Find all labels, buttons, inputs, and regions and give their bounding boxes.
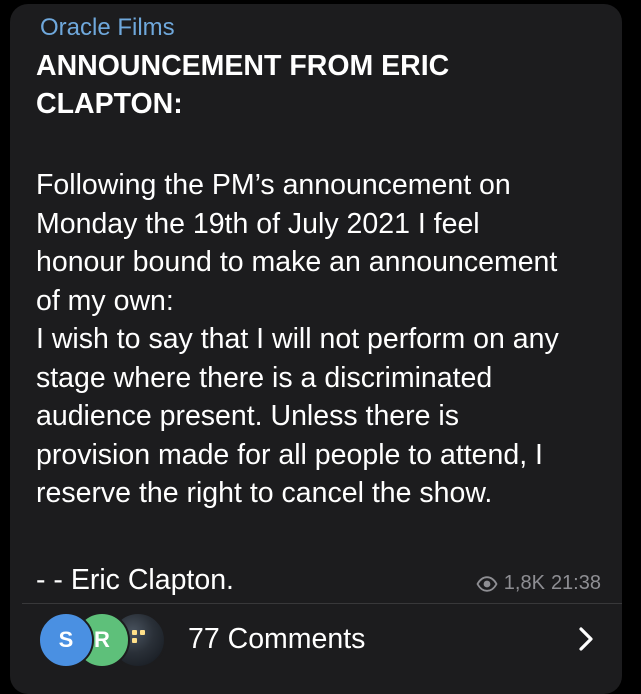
avatar: S (38, 612, 94, 668)
post-signature: - - Eric Clapton. (36, 564, 234, 596)
post-title-line: ANNOUNCEMENT FROM ERIC (36, 50, 450, 82)
post-body-line: audience present. Unless there is (36, 400, 459, 432)
comments-divider (22, 603, 622, 604)
view-count: 1,8K (503, 572, 545, 594)
post-body-line: Monday the 19th of July 2021 I feel (36, 207, 480, 240)
post-body: Following the PM’s announcement on Monda… (36, 166, 616, 513)
post-title-line: CLAPTON: (36, 88, 183, 120)
commenter-avatars[interactable]: S R (38, 612, 178, 668)
post-body-line: stage where there is a discriminated (36, 361, 493, 394)
post-body-line: reserve the right to cancel the show. (36, 477, 493, 509)
message-time: 21:38 (550, 572, 601, 594)
post-body-line: honour bound to make an announcement (36, 246, 558, 278)
post-title: ANNOUNCEMENT FROM ERIC CLAPTON: (36, 47, 596, 123)
channel-name[interactable]: Oracle Films (40, 13, 175, 43)
post-body-line: Following the PM’s announcement on (36, 169, 511, 201)
eye-icon (476, 575, 498, 592)
chevron-right-icon[interactable] (576, 626, 596, 652)
post-body-line: I wish to say that I will not perform on… (36, 323, 559, 355)
post-body-line: of my own: (36, 284, 174, 317)
comments-button[interactable]: 77 Comments (188, 622, 365, 656)
post-body-line: provision made for all people to attend,… (36, 438, 543, 471)
message-meta: 1,8K 21:38 (476, 572, 601, 595)
